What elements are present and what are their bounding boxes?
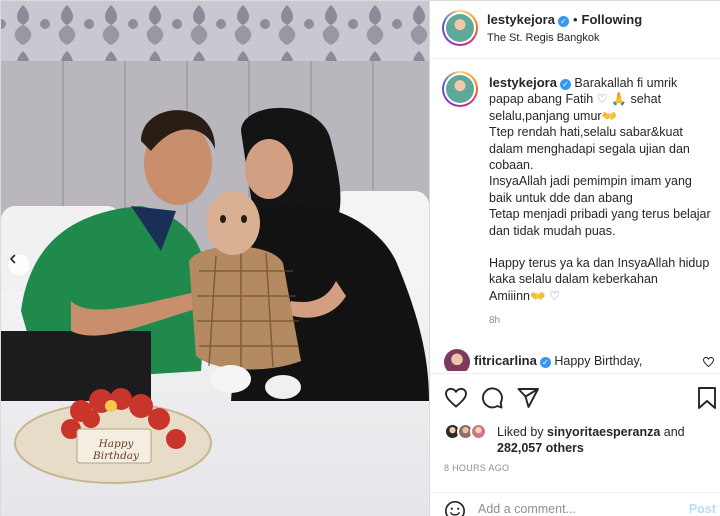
verified-badge-icon: ✓ <box>559 79 571 90</box>
praying-hands-emoji-icon: 🙏 <box>611 92 627 107</box>
liked-by-username[interactable]: sinyoritaesperanza <box>547 425 660 439</box>
hands-emoji-icon: 👐 <box>601 108 618 123</box>
caption-line-6: Happy terus ya ka dan InsyaAllah hidup k… <box>489 256 710 287</box>
post-photo[interactable]: Happy Birthday <box>1 1 429 516</box>
paper-plane-icon <box>517 388 539 408</box>
author-line: lestykejora ✓ • Following <box>487 12 642 27</box>
caption-author-avatar[interactable] <box>442 71 478 107</box>
post-location[interactable]: The St. Regis Bangkok <box>487 32 600 44</box>
heart-icon <box>445 387 467 408</box>
post-actions-bar <box>430 373 720 419</box>
post-header: lestykejora ✓ • Following The St. Regis Ban… <box>430 1 720 59</box>
instagram-post-window: Happy Birthday lestykejora ✓ • Following Th… <box>0 0 720 516</box>
author-username[interactable]: lestykejora <box>487 12 555 27</box>
liked-by-text: Liked by sinyoritaesperanza and 282,057 … <box>497 424 717 456</box>
post-caption: lestykejora ✓ Barakallah fi umrik papap a… <box>489 75 711 304</box>
likes-count[interactable]: 282,057 others <box>497 441 584 455</box>
add-comment-bar: Post <box>430 492 720 516</box>
post-comment-button[interactable]: Post <box>689 502 716 516</box>
comment-text: fitricarlina ✓ Happy Birthday, <box>474 353 642 368</box>
heart-emoji-icon: ♡ <box>593 92 612 107</box>
like-button[interactable] <box>444 386 468 410</box>
post-photo-illustration <box>1 1 429 516</box>
likes-summary: Liked by sinyoritaesperanza and 282,057 … <box>444 421 714 461</box>
comment-button[interactable] <box>480 386 504 410</box>
save-button[interactable] <box>696 386 720 410</box>
emoji-picker-button[interactable] <box>444 500 466 516</box>
liked-by-avatars[interactable] <box>444 423 494 441</box>
chevron-left-icon <box>10 254 16 264</box>
previous-photo-button[interactable] <box>7 253 31 277</box>
post-timestamp[interactable]: 8 HOURS AGO <box>444 463 509 473</box>
commenter-username[interactable]: fitricarlina <box>474 353 537 368</box>
bookmark-icon <box>698 387 716 409</box>
caption-line-4: InsyaAllah jadi pemimpin imam yang baik … <box>489 174 692 205</box>
comment-input[interactable] <box>478 502 668 516</box>
caption-timestamp[interactable]: 8h <box>489 315 500 326</box>
liked-by-and: and <box>663 425 685 439</box>
liker-avatar <box>470 423 487 440</box>
liked-by-prefix: Liked by <box>497 425 544 439</box>
comment-item: fitricarlina ✓ Happy Birthday, <box>444 349 715 371</box>
caption-line-5: Tetap menjadi pribadi yang terus belajar… <box>489 207 711 238</box>
verified-badge-icon: ✓ <box>557 16 569 27</box>
commenter-avatar[interactable] <box>444 349 470 371</box>
author-avatar[interactable] <box>442 10 478 46</box>
caption-line-3: Ttep rendah hati,selalu sabar&kuat dalam… <box>489 125 690 173</box>
verified-badge-icon: ✓ <box>539 357 551 368</box>
separator-dot: • <box>572 12 578 27</box>
hands-emoji-icon: 👐 <box>530 288 546 303</box>
comment-body: Happy Birthday, <box>554 354 643 368</box>
post-side-panel: lestykejora ✓ • Following The St. Regis Ban… <box>429 1 720 516</box>
heart-emoji-icon: ♡ <box>545 288 561 303</box>
cake-label: Happy Birthday <box>93 438 139 462</box>
like-comment-icon[interactable] <box>702 356 715 370</box>
comment-bubble-icon <box>482 387 503 409</box>
comments-scroll-area[interactable]: lestykejora ✓ Barakallah fi umrik papap a… <box>430 59 720 371</box>
share-button[interactable] <box>516 386 540 410</box>
caption-username[interactable]: lestykejora <box>489 75 557 90</box>
caption-line-7: Amiiinn <box>489 288 530 303</box>
following-button[interactable]: Following <box>582 12 643 27</box>
smiley-icon <box>445 501 465 516</box>
